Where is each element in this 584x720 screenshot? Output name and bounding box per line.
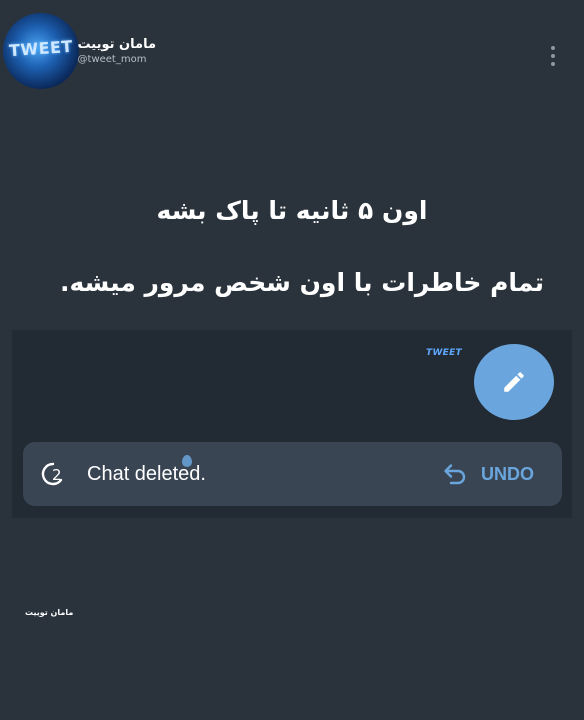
caption-line-1: اون ۵ ثانیه تا پاک بشه [156, 196, 428, 225]
watermark-text: مامان توییت [25, 608, 74, 617]
author-info: مامان توییت @tweet_mom [78, 37, 156, 67]
avatar-logo-text: TWEET [8, 36, 74, 61]
avatar[interactable]: TWEET [3, 13, 79, 89]
undo-snackbar: 2 Chat deleted. UNDO [23, 442, 562, 506]
compose-fab-button[interactable] [474, 344, 554, 420]
countdown-number: 2 [52, 466, 62, 484]
caption-line-2: تمام خاطرات با اون شخص مرور میشه. [60, 268, 544, 297]
undo-arrow-icon [444, 464, 466, 485]
mini-watermark-logo: TWEET [426, 348, 463, 358]
undo-label: UNDO [481, 463, 534, 484]
more-vert-icon[interactable] [549, 46, 557, 68]
author-handle[interactable]: @tweet_mom [78, 53, 156, 67]
pencil-icon [504, 372, 524, 392]
undo-button[interactable]: UNDO [442, 460, 534, 488]
touch-cursor-icon [182, 455, 192, 467]
author-name[interactable]: مامان توییت [78, 37, 156, 53]
